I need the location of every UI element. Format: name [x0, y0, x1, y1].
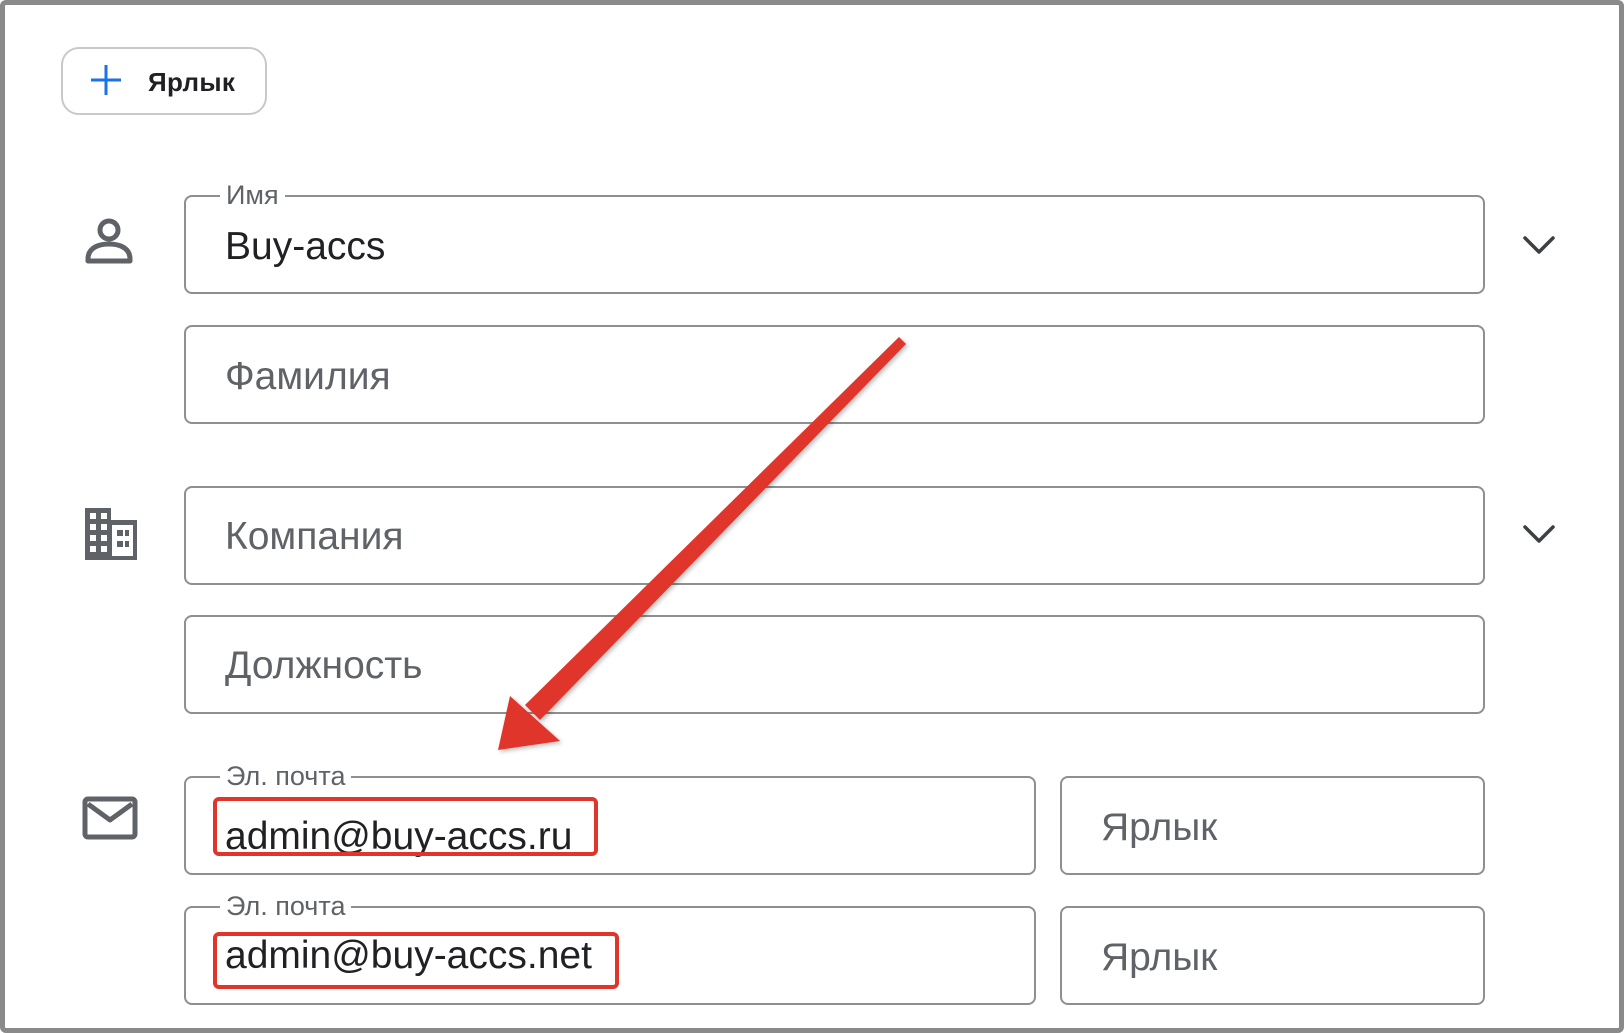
first-name-field[interactable]: Имя Buy-accs: [184, 179, 1485, 294]
email-label: Эл. почта: [220, 890, 352, 922]
job-title-field[interactable]: Должность: [184, 615, 1485, 714]
email-label-placeholder: Ярлык: [1101, 806, 1218, 849]
email-label: Эл. почта: [220, 760, 352, 792]
last-name-field[interactable]: Фамилия: [184, 325, 1485, 424]
email-value: admin@buy-accs.net: [225, 934, 592, 977]
email-label-field[interactable]: Ярлык: [1060, 906, 1485, 1005]
email-field[interactable]: Эл. почта admin@buy-accs.net: [184, 890, 1036, 1005]
add-label-button-text: Ярлык: [148, 67, 236, 97]
company-field[interactable]: Компания: [184, 486, 1485, 585]
email-label-field[interactable]: Ярлык: [1060, 776, 1485, 875]
email-value: admin@buy-accs.ru: [225, 815, 573, 858]
job-title-placeholder: Должность: [225, 644, 423, 687]
building-icon: [85, 508, 137, 560]
person-icon: [85, 218, 133, 264]
email-label-placeholder: Ярлык: [1101, 936, 1218, 979]
mail-icon: [82, 796, 138, 840]
first-name-label: Имя: [220, 179, 285, 211]
email-field[interactable]: Эл. почта admin@buy-accs.ru: [184, 760, 1036, 875]
first-name-value: Buy-accs: [225, 225, 386, 268]
chevron-down-icon[interactable]: [1519, 225, 1559, 265]
plus-icon: [91, 65, 121, 95]
chevron-down-icon[interactable]: [1519, 514, 1559, 554]
company-placeholder: Компания: [225, 515, 404, 558]
last-name-placeholder: Фамилия: [225, 355, 391, 398]
add-label-button[interactable]: Ярлык: [61, 47, 267, 115]
